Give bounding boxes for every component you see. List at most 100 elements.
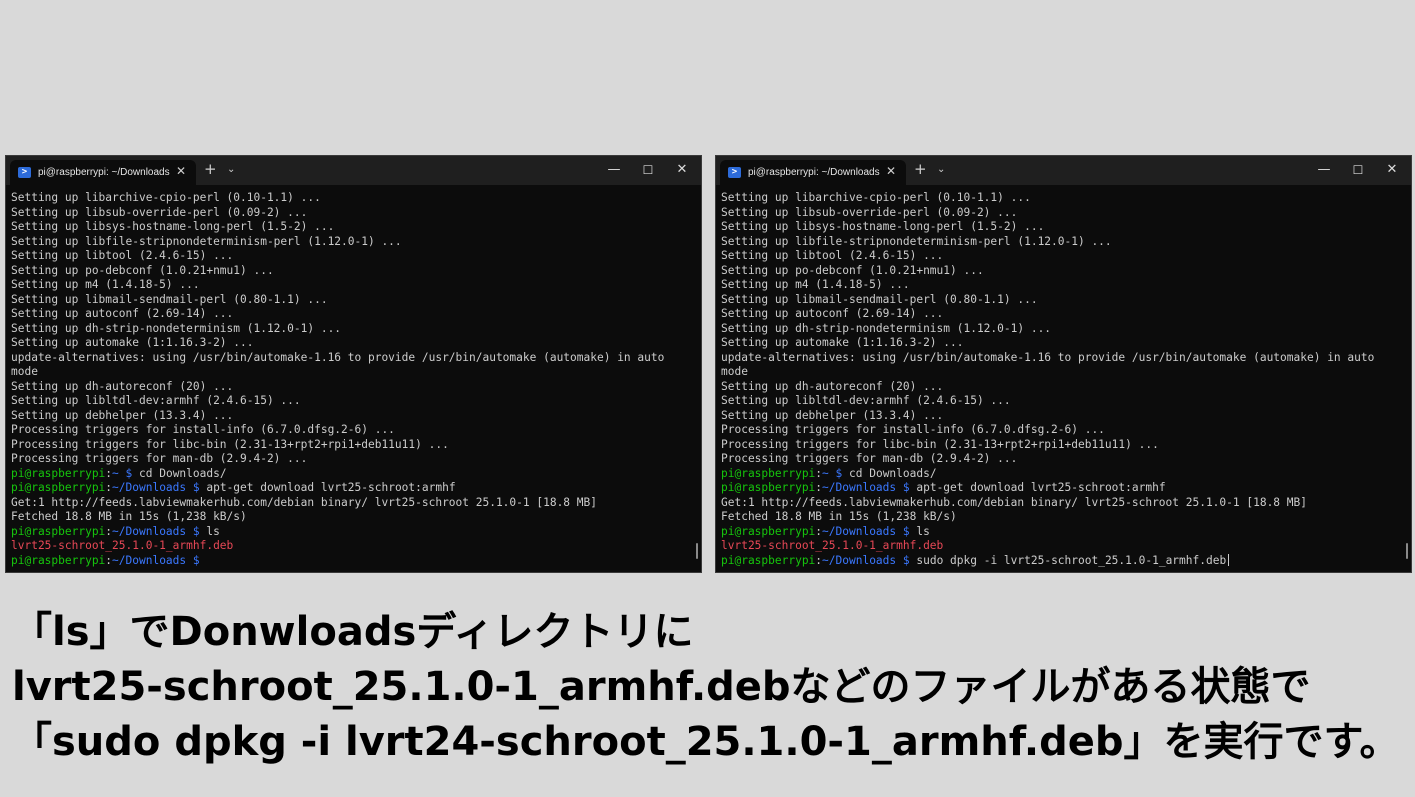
scrollbar[interactable] xyxy=(1406,543,1408,559)
chevron-down-icon[interactable]: ⌄ xyxy=(937,161,945,178)
prompt-path: ~/Downloads xyxy=(822,524,897,538)
output-line: Setting up dh-strip-nondeterminism (1.12… xyxy=(721,321,1052,335)
new-tab-button[interactable]: + xyxy=(204,161,217,178)
prompt-path: ~/Downloads xyxy=(822,481,897,494)
output-line: Fetched 18.8 MB in 15s (1,238 kB/s) xyxy=(721,510,957,523)
tab-title: pi@raspberrypi: ~/Downloads xyxy=(38,167,170,178)
tab-close-icon[interactable]: ✕ xyxy=(886,163,896,180)
prompt-symbol: $ xyxy=(186,481,207,494)
caption-line-3: 「sudo dpkg -i lvrt24-schroot_25.1.0-1_ar… xyxy=(12,719,1400,765)
output-line: Processing triggers for man-db (2.9.4-2)… xyxy=(721,452,1018,465)
minimize-button[interactable]: — xyxy=(599,160,629,180)
tab-title: pi@raspberrypi: ~/Downloads xyxy=(748,167,880,178)
terminal-window-left[interactable]: > pi@raspberrypi: ~/Downloads ✕ + ⌄ — ☐ … xyxy=(5,155,702,573)
command-text: apt-get download lvrt25-schroot:armhf xyxy=(916,481,1166,494)
caption-line-2: lvrt25-schroot_25.1.0-1_armhf.debなどのファイル… xyxy=(12,664,1311,710)
prompt-path: ~/Downloads xyxy=(112,524,187,538)
prompt-line: pi@raspberrypi:~/Downloads $ sudo dpkg -… xyxy=(721,553,1401,569)
caption-line-1: 「ls」でDonwloadsディレクトリに xyxy=(12,609,694,655)
minimize-button[interactable]: — xyxy=(1309,160,1339,180)
output-line: Setting up m4 (1.4.18-5) ... xyxy=(11,278,200,291)
file-entry: lvrt25-schroot_25.1.0-1_armhf.deb xyxy=(11,539,234,552)
prompt-symbol: $ xyxy=(186,524,207,538)
output-line: Setting up libltdl-dev:armhf (2.4.6-15) … xyxy=(721,394,1011,407)
prompt-line: pi@raspberrypi:~ $ cd Downloads/ xyxy=(721,467,1401,482)
prompt-line: pi@raspberrypi:~ $ cd Downloads/ xyxy=(11,467,691,482)
output-line: Get:1 http://feeds.labviewmakerhub.com/d… xyxy=(721,495,1307,509)
output-line: Setting up libfile-stripnondeterminism-p… xyxy=(11,234,402,248)
output-line: Setting up libmail-sendmail-perl (0.80-1… xyxy=(721,292,1038,306)
output-line: Processing triggers for install-info (6.… xyxy=(721,423,1105,436)
output-line: Processing triggers for libc-bin (2.31-1… xyxy=(721,437,1159,451)
command-text: apt-get download lvrt25-schroot:armhf xyxy=(206,481,456,494)
prompt-symbol: $ xyxy=(828,466,850,480)
output-line: Setting up debhelper (13.3.4) ... xyxy=(11,408,234,422)
output-line: update-alternatives: using /usr/bin/auto… xyxy=(11,350,665,364)
output-line: Get:1 http://feeds.labviewmakerhub.com/d… xyxy=(11,495,597,509)
output-line: update-alternatives: using /usr/bin/auto… xyxy=(721,350,1375,364)
output-line: Setting up libarchive-cpio-perl (0.10-1.… xyxy=(11,191,321,204)
prompt-path: ~ xyxy=(822,466,829,480)
prompt-user: pi@raspberrypi xyxy=(11,553,106,567)
prompt-user: pi@raspberrypi xyxy=(11,524,106,538)
output-line: Setting up libarchive-cpio-perl (0.10-1.… xyxy=(721,191,1031,204)
output-line: Processing triggers for install-info (6.… xyxy=(11,423,395,436)
output-line: Setting up autoconf (2.69-14) ... xyxy=(721,307,944,320)
command-text: cd Downloads/ xyxy=(139,466,227,480)
title-bar: > pi@raspberrypi: ~/Downloads ✕ + ⌄ — ☐ … xyxy=(6,156,701,185)
command-text: ls xyxy=(206,524,220,538)
prompt-user: pi@raspberrypi xyxy=(721,553,816,567)
maximize-button[interactable]: ☐ xyxy=(1343,160,1373,180)
command-text: ls xyxy=(916,524,930,538)
output-line: Setting up libtool (2.4.6-15) ... xyxy=(11,249,234,262)
close-button[interactable]: ✕ xyxy=(1377,160,1407,180)
prompt-user: pi@raspberrypi xyxy=(721,466,816,480)
prompt-user: pi@raspberrypi xyxy=(11,466,106,480)
terminal-window-right[interactable]: > pi@raspberrypi: ~/Downloads ✕ + ⌄ — ☐ … xyxy=(715,155,1412,573)
terminal-tab[interactable]: > pi@raspberrypi: ~/Downloads ✕ xyxy=(720,160,906,185)
prompt-path: ~ xyxy=(112,466,119,480)
output-line: Setting up libmail-sendmail-perl (0.80-1… xyxy=(11,292,328,306)
output-line: Processing triggers for man-db (2.9.4-2)… xyxy=(11,452,308,465)
prompt-path: ~/Downloads xyxy=(822,553,897,567)
terminal-output[interactable]: Setting up libarchive-cpio-perl (0.10-1.… xyxy=(721,191,1401,568)
terminal-tab[interactable]: > pi@raspberrypi: ~/Downloads ✕ xyxy=(10,160,196,185)
prompt-line: pi@raspberrypi:~/Downloads $ xyxy=(11,554,691,569)
prompt-line: pi@raspberrypi:~/Downloads $ ls xyxy=(11,525,691,540)
output-line: Setting up automake (1:1.16.3-2) ... xyxy=(721,336,964,349)
output-line: Setting up libfile-stripnondeterminism-p… xyxy=(721,234,1112,248)
file-entry: lvrt25-schroot_25.1.0-1_armhf.deb xyxy=(721,539,944,552)
output-line: Processing triggers for libc-bin (2.31-1… xyxy=(11,437,449,451)
output-line: Setting up libsys-hostname-long-perl (1.… xyxy=(11,220,335,233)
command-text: cd Downloads/ xyxy=(849,466,937,480)
scrollbar[interactable] xyxy=(696,543,698,559)
output-line: Setting up m4 (1.4.18-5) ... xyxy=(721,278,910,291)
prompt-symbol: $ xyxy=(896,524,917,538)
title-bar: > pi@raspberrypi: ~/Downloads ✕ + ⌄ — ☐ … xyxy=(716,156,1411,185)
output-line: Setting up dh-strip-nondeterminism (1.12… xyxy=(11,321,342,335)
output-line: Setting up libsub-override-perl (0.09-2)… xyxy=(721,205,1018,219)
output-line: Setting up po-debconf (1.0.21+nmu1) ... xyxy=(721,263,984,277)
powershell-icon: > xyxy=(18,167,31,178)
output-line: Setting up libsub-override-perl (0.09-2)… xyxy=(11,205,308,219)
output-line: mode xyxy=(721,365,748,378)
tab-close-icon[interactable]: ✕ xyxy=(176,163,186,180)
text-cursor xyxy=(1228,553,1230,566)
close-button[interactable]: ✕ xyxy=(667,160,697,180)
maximize-button[interactable]: ☐ xyxy=(633,160,663,180)
prompt-user: pi@raspberrypi xyxy=(11,481,106,494)
output-line: Setting up dh-autoreconf (20) ... xyxy=(721,379,944,393)
prompt-symbol: $ xyxy=(896,481,917,494)
prompt-symbol: $ xyxy=(896,553,917,567)
prompt-path: ~/Downloads xyxy=(112,553,187,567)
prompt-path: ~/Downloads xyxy=(112,481,187,494)
terminal-output[interactable]: Setting up libarchive-cpio-perl (0.10-1.… xyxy=(11,191,691,568)
chevron-down-icon[interactable]: ⌄ xyxy=(227,161,235,178)
prompt-line: pi@raspberrypi:~/Downloads $ apt-get dow… xyxy=(721,481,1401,496)
prompt-user: pi@raspberrypi xyxy=(721,524,816,538)
output-line: Setting up autoconf (2.69-14) ... xyxy=(11,307,234,320)
output-line: Fetched 18.8 MB in 15s (1,238 kB/s) xyxy=(11,510,247,523)
output-line: Setting up libltdl-dev:armhf (2.4.6-15) … xyxy=(11,394,301,407)
new-tab-button[interactable]: + xyxy=(914,161,927,178)
prompt-user: pi@raspberrypi xyxy=(721,481,816,494)
